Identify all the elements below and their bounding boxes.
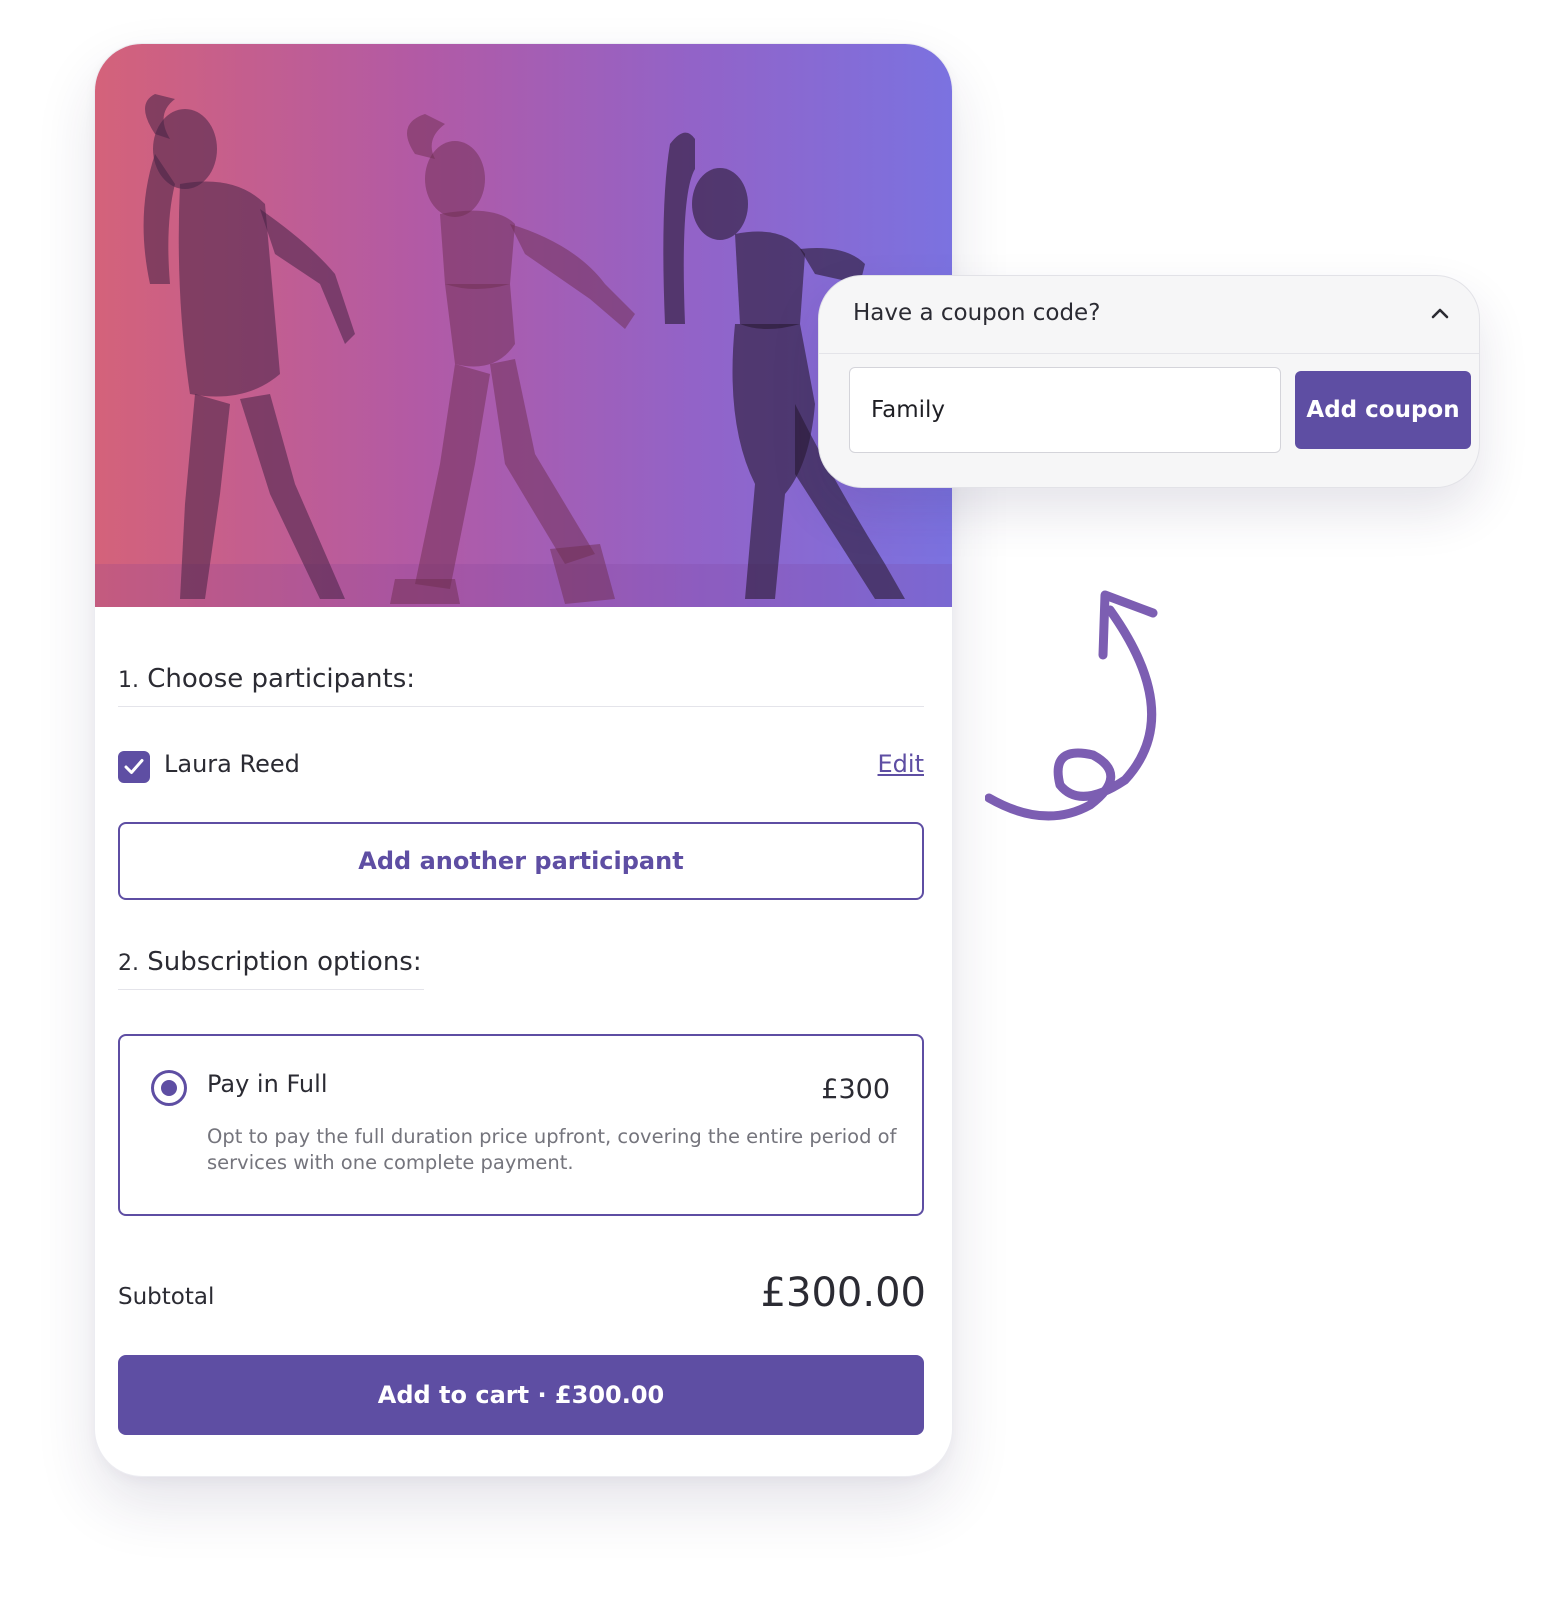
participants-divider: [118, 706, 924, 707]
add-coupon-button[interactable]: Add coupon: [1295, 371, 1471, 449]
subscription-option-pay-in-full[interactable]: Pay in Full £300 Opt to pay the full dur…: [118, 1034, 924, 1216]
coupon-panel: Have a coupon code? Add coupon: [818, 275, 1480, 488]
chevron-up-icon: [1431, 308, 1449, 319]
coupon-code-input[interactable]: [849, 367, 1281, 453]
subscription-heading-number: 2.: [118, 951, 139, 976]
add-to-cart-button[interactable]: Add to cart · £300.00: [118, 1355, 924, 1435]
curly-arrow-icon: [985, 590, 1158, 821]
participants-heading: 1. Choose participants:: [118, 664, 415, 694]
coupon-title: Have a coupon code?: [853, 300, 1101, 326]
participant-checkbox[interactable]: [118, 751, 150, 783]
subscription-divider: [118, 989, 424, 990]
option-radio[interactable]: [151, 1070, 187, 1106]
option-description: Opt to pay the full duration price upfro…: [207, 1125, 897, 1174]
option-price: £300: [821, 1074, 890, 1105]
option-title: Pay in Full: [207, 1070, 328, 1098]
subtotal-label: Subtotal: [118, 1284, 215, 1310]
subtotal-value: £300.00: [760, 1270, 926, 1316]
coupon-toggle[interactable]: Have a coupon code?: [819, 276, 1479, 354]
subscription-heading-text: Subscription options:: [147, 947, 422, 977]
participants-heading-text: Choose participants:: [147, 664, 415, 694]
add-participant-button[interactable]: Add another participant: [118, 822, 924, 900]
check-icon: [124, 759, 144, 774]
booking-card: 1. Choose participants: Laura Reed Edit …: [94, 43, 953, 1477]
participants-heading-number: 1.: [118, 668, 139, 693]
subscription-heading: 2. Subscription options:: [118, 947, 422, 977]
participant-name: Laura Reed: [164, 750, 300, 778]
edit-participant-link[interactable]: Edit: [878, 750, 924, 778]
radio-selected-dot: [161, 1080, 177, 1096]
